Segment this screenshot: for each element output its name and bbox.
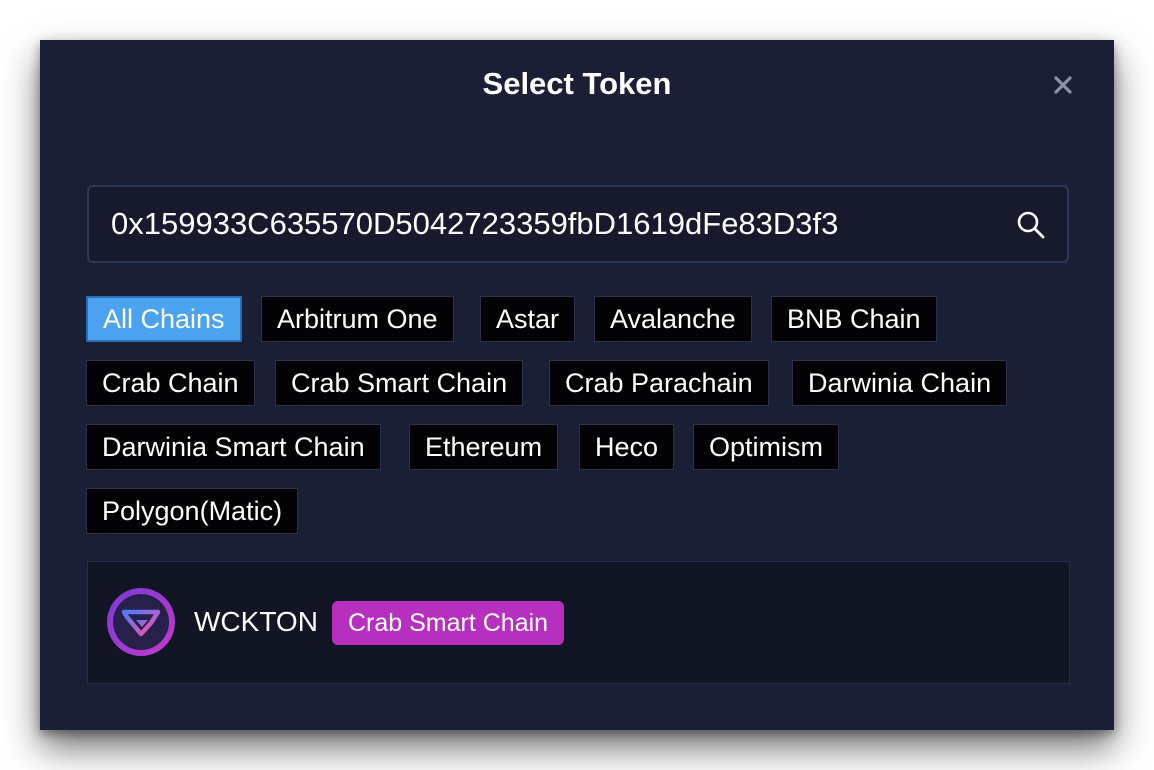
token-search-field [87, 185, 1069, 263]
chain-filter-chip[interactable]: Ethereum [409, 424, 559, 470]
token-result-row[interactable]: WCKTON Crab Smart Chain [87, 561, 1070, 684]
chain-filter-chip[interactable]: Astar [480, 296, 576, 342]
wckton-token-logo [107, 588, 175, 656]
chain-filter-chip[interactable]: Arbitrum One [261, 296, 454, 342]
chain-filter-chip[interactable]: Optimism [693, 424, 839, 470]
chain-filter-chip[interactable]: All Chains [86, 296, 242, 342]
search-input[interactable] [111, 187, 991, 261]
chain-filter-chip[interactable]: Darwinia Chain [792, 360, 1008, 406]
chain-filter-chip[interactable]: Polygon(Matic) [86, 488, 299, 534]
modal-title: Select Token [482, 66, 672, 101]
close-icon [1054, 76, 1072, 94]
chain-filter-chip[interactable]: Avalanche [594, 296, 752, 342]
search-icon[interactable] [1015, 209, 1047, 241]
chain-filter-chip[interactable]: Darwinia Smart Chain [86, 424, 381, 470]
chain-badge: Crab Smart Chain [332, 601, 565, 645]
select-token-modal: Select Token All Chains Arbitrum One Ast… [40, 40, 1114, 730]
close-button[interactable] [1048, 70, 1078, 100]
chain-filter-chip[interactable]: Crab Chain [86, 360, 255, 406]
chain-filter-chip[interactable]: Crab Smart Chain [275, 360, 524, 406]
chain-filter-chip[interactable]: BNB Chain [771, 296, 937, 342]
token-symbol: WCKTON [194, 606, 318, 637]
chain-filter-chip[interactable]: Heco [579, 424, 675, 470]
chain-filter-chip[interactable]: Crab Parachain [549, 360, 769, 406]
